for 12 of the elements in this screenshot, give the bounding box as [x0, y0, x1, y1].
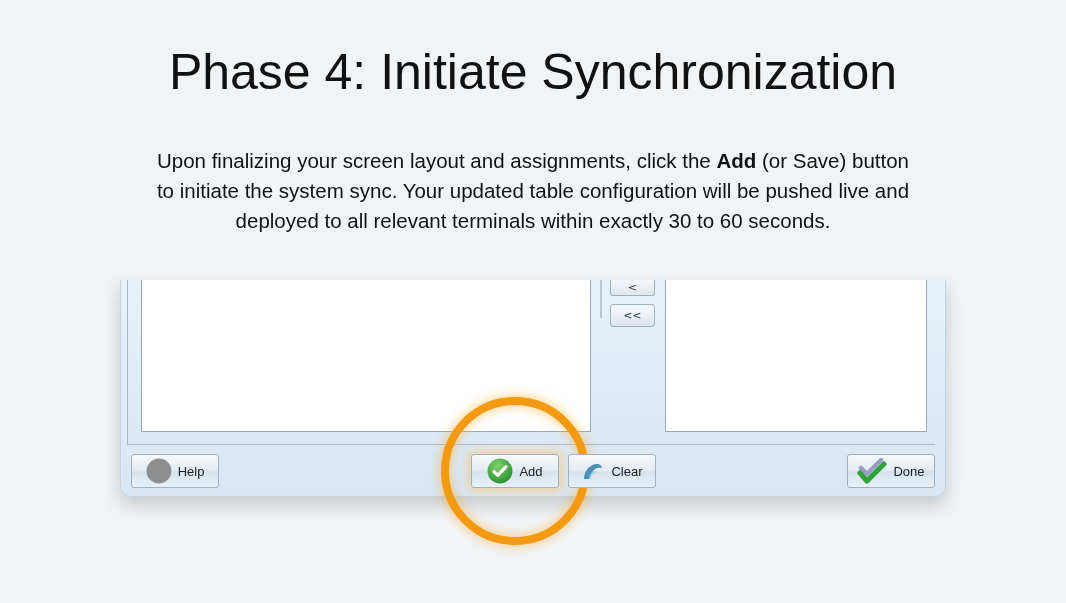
move-button[interactable]: <	[609, 280, 655, 296]
help-button[interactable]: Help	[131, 454, 219, 488]
check-icon	[487, 458, 514, 484]
done-button[interactable]: Done	[847, 454, 935, 488]
double-check-icon	[857, 458, 888, 484]
description-paragraph: Upon finalizing your screen layout and assignments, click the Add (or Save) button to initiate the system sync. Your updated table configuration will be pushed live and deployed to all relevant terminals within exactly 30 to 60 seconds.	[155, 148, 911, 234]
circle-icon	[145, 458, 172, 484]
add-button[interactable]: Add	[471, 454, 559, 488]
slide-title: Phase 4: Initiate Synchronization	[168, 43, 898, 102]
list-box[interactable]	[141, 280, 591, 432]
clear-button[interactable]: Clear	[568, 454, 656, 488]
move-button[interactable]: <<	[609, 304, 655, 327]
